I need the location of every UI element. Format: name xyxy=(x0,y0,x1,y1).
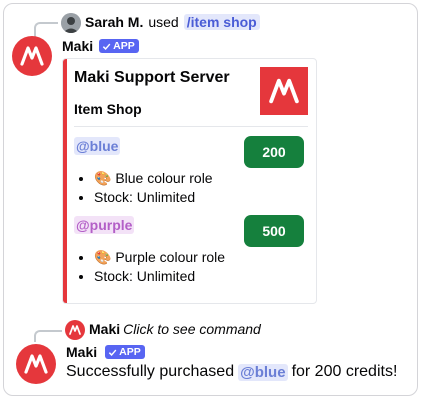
bot-avatar[interactable] xyxy=(16,344,56,384)
app-badge-label: APP xyxy=(119,346,141,358)
buy-purple-button[interactable]: 500 xyxy=(244,215,304,247)
interaction-header: Maki Click to see command xyxy=(89,321,261,337)
role-mention-blue[interactable]: @blue xyxy=(74,137,121,155)
author-name[interactable]: Maki xyxy=(62,38,93,54)
click-to-see-command[interactable]: Click to see command xyxy=(123,321,261,337)
item-details-blue: 🎨 Blue colour role Stock: Unlimited xyxy=(74,169,213,207)
buy-blue-button[interactable]: 200 xyxy=(244,136,304,168)
list-item: 🎨 Blue colour role xyxy=(94,169,213,188)
interaction-header: Sarah M. used /item shop xyxy=(85,14,260,30)
interaction-author-name[interactable]: Maki xyxy=(89,321,120,337)
interaction-user-name[interactable]: Sarah M. xyxy=(85,14,143,30)
message-author-row: Maki APP xyxy=(66,344,145,360)
embed-subtitle: Item Shop xyxy=(74,101,142,117)
message-author-row: Maki APP xyxy=(62,38,139,54)
author-name[interactable]: Maki xyxy=(66,344,97,360)
embed-thumbnail[interactable] xyxy=(260,67,308,115)
role-mention-purple[interactable]: @purple xyxy=(74,216,135,234)
reply-connector xyxy=(34,330,62,342)
item-details-purple: 🎨 Purple colour role Stock: Unlimited xyxy=(74,248,225,286)
item-shop-embed: Maki Support Server Item Shop @blue 200 … xyxy=(62,58,317,304)
app-badge: APP xyxy=(99,39,139,53)
checkmark-icon xyxy=(102,43,111,50)
maki-logo-icon xyxy=(69,325,81,335)
maki-logo-icon xyxy=(20,46,44,66)
embed-accent-bar xyxy=(63,59,67,303)
bot-avatar[interactable] xyxy=(12,36,52,76)
message-text-before: Successfully purchased xyxy=(66,363,235,380)
maki-logo-icon xyxy=(24,354,48,374)
command-mention[interactable]: /item shop xyxy=(183,14,260,30)
reply-connector xyxy=(34,22,58,38)
list-item: Stock: Unlimited xyxy=(94,188,213,207)
interaction-used-text: used xyxy=(148,14,179,30)
embed-title: Maki Support Server xyxy=(74,69,230,86)
user-avatar-icon xyxy=(61,13,81,33)
list-item: Stock: Unlimited xyxy=(94,267,225,286)
bot-small-avatar[interactable] xyxy=(65,320,85,340)
embed-divider xyxy=(74,126,308,127)
app-badge: APP xyxy=(105,345,145,359)
checkmark-icon xyxy=(108,349,117,356)
user-avatar[interactable] xyxy=(61,13,81,33)
maki-logo-icon xyxy=(269,78,299,104)
role-mention-blue[interactable]: @blue xyxy=(238,363,288,381)
app-badge-label: APP xyxy=(113,40,135,52)
message-text-after: for 200 credits! xyxy=(291,363,398,380)
list-item: 🎨 Purple colour role xyxy=(94,248,225,267)
message-content: Successfully purchased @blue for 200 cre… xyxy=(66,363,397,381)
